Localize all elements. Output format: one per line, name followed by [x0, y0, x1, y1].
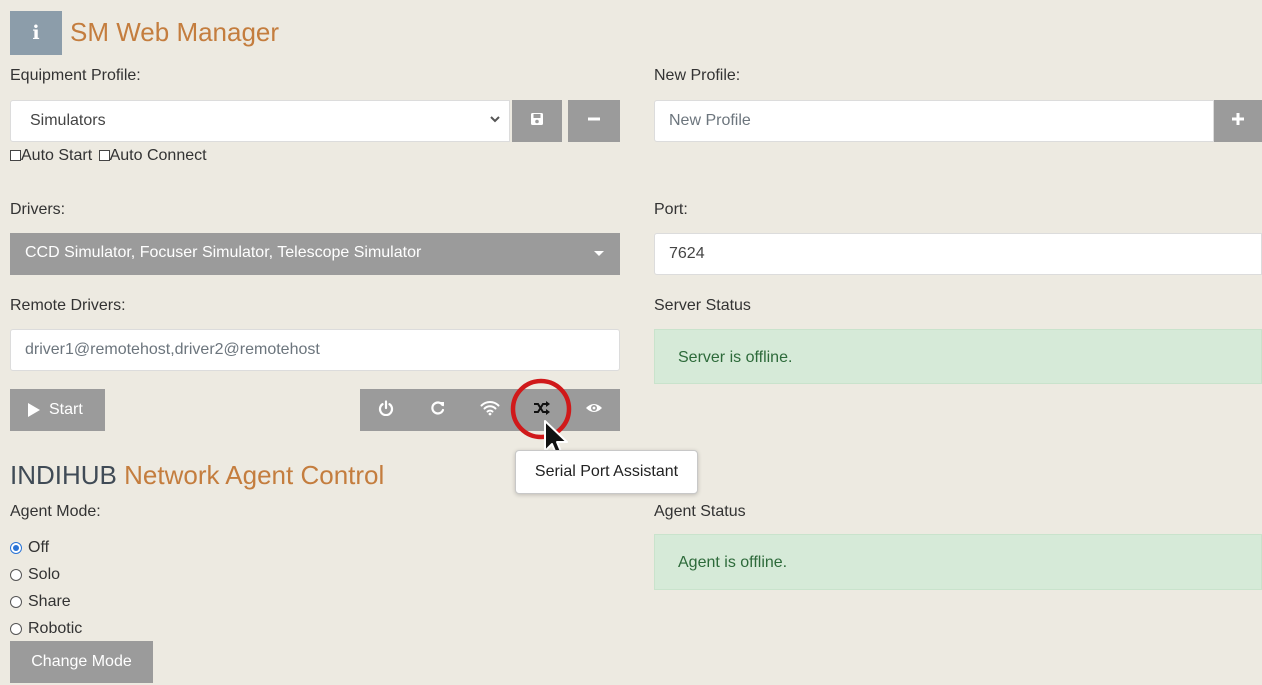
- auto-connect-checkbox[interactable]: [98, 150, 110, 161]
- info-icon: i: [32, 22, 40, 44]
- info-button[interactable]: i: [10, 11, 62, 55]
- drivers-selected: CCD Simulator, Focuser Simulator, Telesc…: [25, 244, 422, 261]
- port-label: Port:: [654, 201, 688, 218]
- indihub-title-suffix: Network Agent Control: [124, 460, 385, 490]
- agent-status-label: Agent Status: [654, 503, 746, 520]
- agent-mode-robotic-label: Robotic: [28, 620, 83, 637]
- agent-mode-option-solo[interactable]: Solo: [10, 566, 60, 584]
- remote-drivers-label: Remote Drivers:: [10, 297, 126, 314]
- change-mode-button[interactable]: Change Mode: [10, 641, 153, 683]
- save-icon: [530, 112, 544, 131]
- auto-connect-label: Auto Connect: [109, 147, 207, 164]
- remote-drivers-input[interactable]: driver1@remotehost,driver2@remotehost: [10, 329, 620, 371]
- agent-mode-label: Agent Mode:: [10, 503, 101, 520]
- port-value: 7624: [669, 245, 705, 262]
- save-profile-button[interactable]: [512, 100, 562, 142]
- agent-mode-option-robotic[interactable]: Robotic: [10, 620, 82, 638]
- auto-start-label: Auto Start: [21, 147, 93, 164]
- restart-icon: [430, 400, 446, 421]
- start-label: Start: [49, 401, 83, 418]
- agent-mode-solo-label: Solo: [28, 566, 61, 583]
- stop-server-button[interactable]: [360, 389, 412, 431]
- tooltip: Serial Port Assistant: [515, 450, 698, 494]
- auto-start-checkbox[interactable]: [10, 150, 21, 161]
- radio-share[interactable]: [10, 596, 22, 608]
- agent-status-text: Agent is offline.: [678, 554, 788, 571]
- drivers-label: Drivers:: [10, 201, 66, 218]
- radio-robotic[interactable]: [10, 623, 22, 635]
- play-icon: [27, 402, 41, 418]
- caret-down-icon: [594, 251, 604, 256]
- server-status-box: Server is offline.: [654, 329, 1262, 384]
- indihub-title: INDIHUB Network Agent Control: [10, 460, 384, 491]
- agent-mode-share-label: Share: [28, 593, 71, 610]
- drivers-dropdown[interactable]: CCD Simulator, Focuser Simulator, Telesc…: [10, 233, 620, 275]
- plus-icon: [1231, 112, 1245, 131]
- eye-icon: [585, 401, 603, 420]
- server-status-text: Server is offline.: [678, 349, 793, 366]
- auto-options: Auto Start Auto Connect: [10, 147, 207, 165]
- server-toolbar: [360, 389, 620, 431]
- radio-off[interactable]: [10, 542, 22, 554]
- restart-button[interactable]: [412, 389, 464, 431]
- equipment-profile-value: Simulators: [30, 112, 106, 129]
- agent-mode-off-label: Off: [28, 539, 50, 556]
- minus-icon: [587, 112, 601, 131]
- power-icon: [378, 399, 394, 421]
- agent-mode-option-share[interactable]: Share: [10, 593, 71, 611]
- agent-status-box: Agent is offline.: [654, 534, 1262, 590]
- remote-drivers-placeholder: driver1@remotehost,driver2@remotehost: [25, 341, 320, 358]
- server-status-label: Server Status: [654, 297, 751, 314]
- chevron-down-icon: [489, 112, 501, 128]
- equipment-profile-label: Equipment Profile:: [10, 67, 141, 84]
- wifi-icon: [480, 400, 500, 421]
- indihub-title-prefix: INDIHUB: [10, 460, 117, 490]
- new-profile-placeholder: New Profile: [669, 112, 751, 129]
- equipment-profile-select[interactable]: Simulators: [10, 100, 510, 142]
- delete-profile-button[interactable]: [568, 100, 620, 142]
- start-button[interactable]: Start: [10, 389, 105, 431]
- port-input[interactable]: 7624: [654, 233, 1262, 275]
- new-profile-label: New Profile:: [654, 67, 741, 84]
- new-profile-input[interactable]: New Profile: [654, 100, 1214, 142]
- add-profile-button[interactable]: [1214, 100, 1262, 142]
- agent-mode-option-off[interactable]: Off: [10, 539, 49, 557]
- radio-solo[interactable]: [10, 569, 22, 581]
- app-title: SM Web Manager: [70, 17, 280, 47]
